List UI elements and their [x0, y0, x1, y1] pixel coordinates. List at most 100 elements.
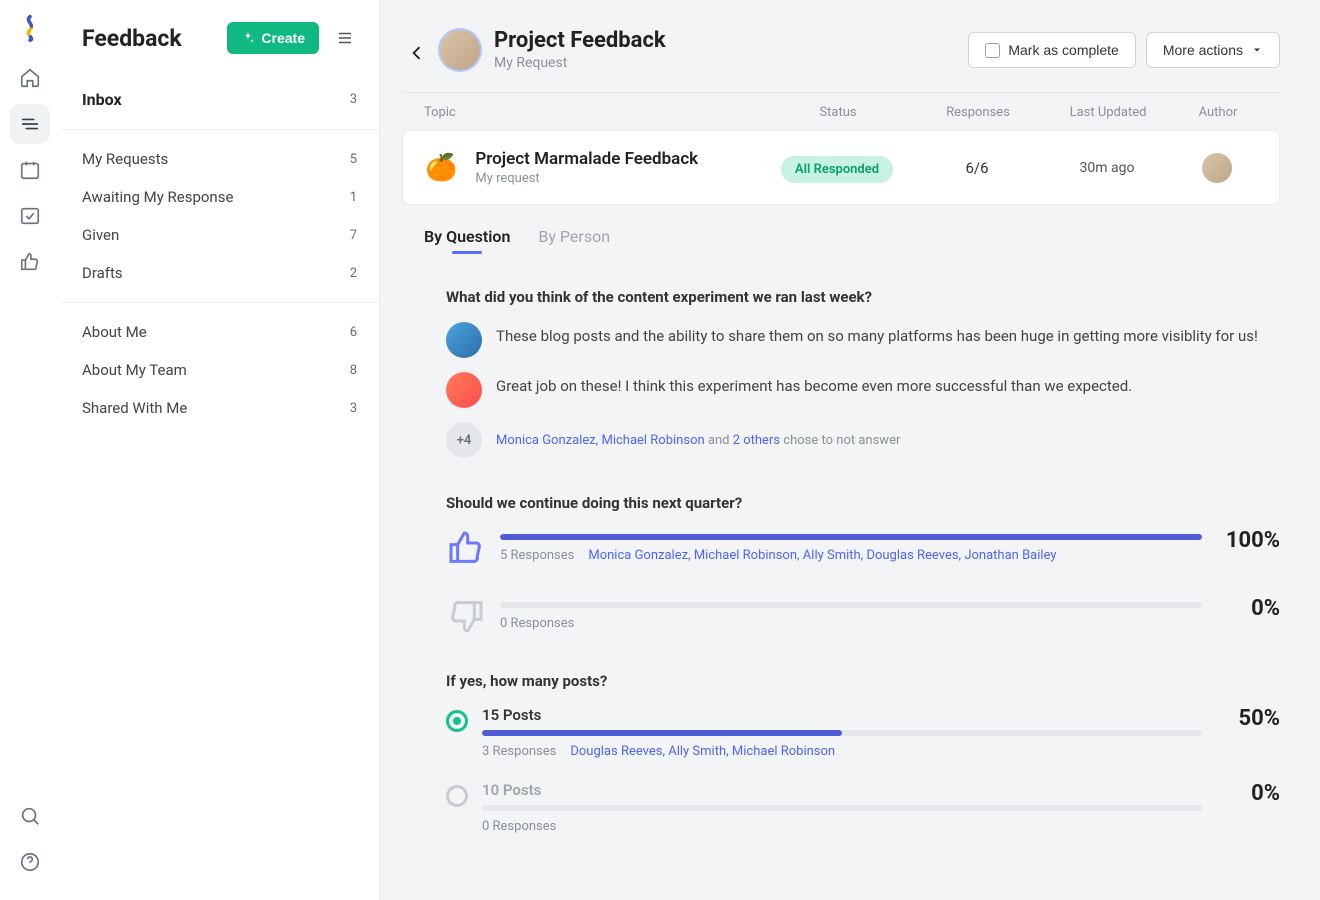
question-title: If yes, how many posts? [446, 672, 1280, 690]
percentage: 100% [1216, 528, 1280, 553]
rail-thumbs-up-icon[interactable] [10, 242, 50, 282]
sidebar-item-count: 3 [350, 401, 357, 416]
radio-selected-icon [446, 710, 468, 732]
rail-tasks-icon[interactable] [10, 196, 50, 236]
sidebar-title: Feedback [82, 25, 217, 52]
option-row[interactable]: 10 Posts 0 Responses 0% [446, 781, 1280, 834]
status-badge: All Responded [781, 156, 893, 183]
option-label: 15 Posts [482, 706, 1202, 724]
sidebar-item-count: 7 [350, 228, 357, 243]
rail-help-icon[interactable] [10, 842, 50, 882]
respondent-avatar [446, 322, 482, 358]
sidebar-item-label: Given [82, 226, 350, 244]
respondent-avatar [446, 372, 482, 408]
vote-down-row: 0 Responses 0% [446, 596, 1280, 636]
sidebar-item[interactable]: Shared With Me3 [60, 389, 379, 427]
app-logo [16, 14, 44, 42]
col-updated: Last Updated [1038, 105, 1178, 120]
response-count-label: 0 Responses [500, 616, 574, 631]
col-author: Author [1178, 105, 1258, 120]
sidebar-item[interactable]: About Me6 [60, 313, 379, 351]
sidebar-item[interactable]: Drafts2 [60, 254, 379, 292]
rail-home-icon[interactable] [10, 58, 50, 98]
sidebar-item-count: 8 [350, 363, 357, 378]
answer-text: Great job on these! I think this experim… [496, 372, 1132, 408]
requester-avatar [438, 28, 482, 72]
sidebar-item[interactable]: Inbox3 [60, 80, 379, 119]
collapsed-responses[interactable]: +4 Monica Gonzalez, Michael Robinson and… [446, 422, 1280, 458]
author-avatar [1202, 153, 1232, 183]
col-status: Status [758, 105, 918, 120]
more-actions-button[interactable]: More actions [1146, 32, 1280, 68]
answer-text: These blog posts and the ability to shar… [496, 322, 1258, 358]
view-tabs: By Question By Person [424, 227, 1280, 252]
sidebar-item-label: Inbox [82, 90, 350, 109]
collapse-sidebar-button[interactable] [329, 22, 361, 54]
sidebar-item[interactable]: My Requests5 [60, 140, 379, 178]
sparkle-icon [241, 31, 255, 45]
response-count-label: 5 Responses [500, 548, 574, 563]
rail-search-icon[interactable] [10, 796, 50, 836]
last-updated: 30m ago [1037, 160, 1177, 176]
sidebar-item-count: 1 [350, 190, 357, 205]
divider [402, 92, 1280, 93]
main-content: Project Feedback My Request Mark as comp… [380, 0, 1320, 900]
radio-empty-icon [446, 785, 468, 807]
sidebar-item-count: 3 [350, 92, 357, 107]
topic-emoji: 🍊 [425, 153, 457, 183]
response-count-label: 3 Responses [482, 744, 556, 759]
create-button[interactable]: Create [227, 22, 319, 54]
topic-title: Project Marmalade Feedback [475, 149, 757, 169]
sidebar-item-count: 6 [350, 325, 357, 340]
sidebar-item[interactable]: About My Team8 [60, 351, 379, 389]
chevron-left-icon [407, 43, 427, 63]
sidebar-item-label: Awaiting My Response [82, 188, 350, 206]
sidebar-item-label: Shared With Me [82, 399, 350, 417]
sidebar-item-count: 2 [350, 266, 357, 281]
sidebar-item-label: About Me [82, 323, 350, 341]
question-title: Should we continue doing this next quart… [446, 494, 1280, 512]
sidebar-item-label: About My Team [82, 361, 350, 379]
response-count: 6/6 [917, 159, 1037, 177]
checkbox-icon [985, 43, 1000, 58]
thumbs-down-icon [446, 596, 486, 636]
rail-calendar-icon[interactable] [10, 150, 50, 190]
topic-subtitle: My request [475, 171, 757, 186]
option-row[interactable]: 15 Posts 3 Responses Douglas Reeves, All… [446, 706, 1280, 759]
tab-by-question[interactable]: By Question [424, 227, 510, 252]
rail-feedback-icon[interactable] [10, 104, 50, 144]
question-block: What did you think of the content experi… [446, 288, 1280, 458]
menu-icon [336, 29, 354, 47]
table-header: Topic Status Responses Last Updated Auth… [402, 105, 1280, 130]
thumbs-up-icon [446, 528, 486, 568]
respondent-names[interactable]: Douglas Reeves, Ally Smith, Michael Robi… [570, 744, 835, 759]
sidebar-item-label: My Requests [82, 150, 350, 168]
page-subtitle: My Request [494, 55, 968, 71]
col-topic: Topic [424, 105, 758, 120]
answer-row: Great job on these! I think this experim… [446, 372, 1280, 408]
percentage: 0% [1216, 781, 1280, 806]
respondent-names[interactable]: Monica Gonzalez, Michael Robinson, Ally … [588, 548, 1056, 563]
option-label: 10 Posts [482, 781, 1202, 799]
answer-row: These blog posts and the ability to shar… [446, 322, 1280, 358]
more-count-avatar: +4 [446, 422, 482, 458]
topic-row[interactable]: 🍊 Project Marmalade Feedback My request … [402, 130, 1280, 205]
no-answer-text: Monica Gonzalez, Michael Robinson and 2 … [496, 433, 900, 448]
vote-up-row: 5 Responses Monica Gonzalez, Michael Rob… [446, 528, 1280, 568]
tab-by-person[interactable]: By Person [538, 227, 610, 252]
page-title: Project Feedback [494, 28, 968, 53]
sidebar-item-label: Drafts [82, 264, 350, 282]
question-block: Should we continue doing this next quart… [446, 494, 1280, 636]
nav-rail [0, 0, 60, 900]
percentage: 0% [1216, 596, 1280, 621]
question-title: What did you think of the content experi… [446, 288, 1280, 306]
sidebar-item[interactable]: Given7 [60, 216, 379, 254]
back-button[interactable] [402, 38, 432, 68]
sidebar-item[interactable]: Awaiting My Response1 [60, 178, 379, 216]
feedback-sidebar: Feedback Create Inbox3My Requests5Awaiti… [60, 0, 380, 900]
col-responses: Responses [918, 105, 1038, 120]
mark-complete-button[interactable]: Mark as complete [968, 32, 1135, 68]
percentage: 50% [1216, 706, 1280, 731]
response-count-label: 0 Responses [482, 819, 556, 834]
question-block: If yes, how many posts? 15 Posts 3 Respo… [446, 672, 1280, 834]
